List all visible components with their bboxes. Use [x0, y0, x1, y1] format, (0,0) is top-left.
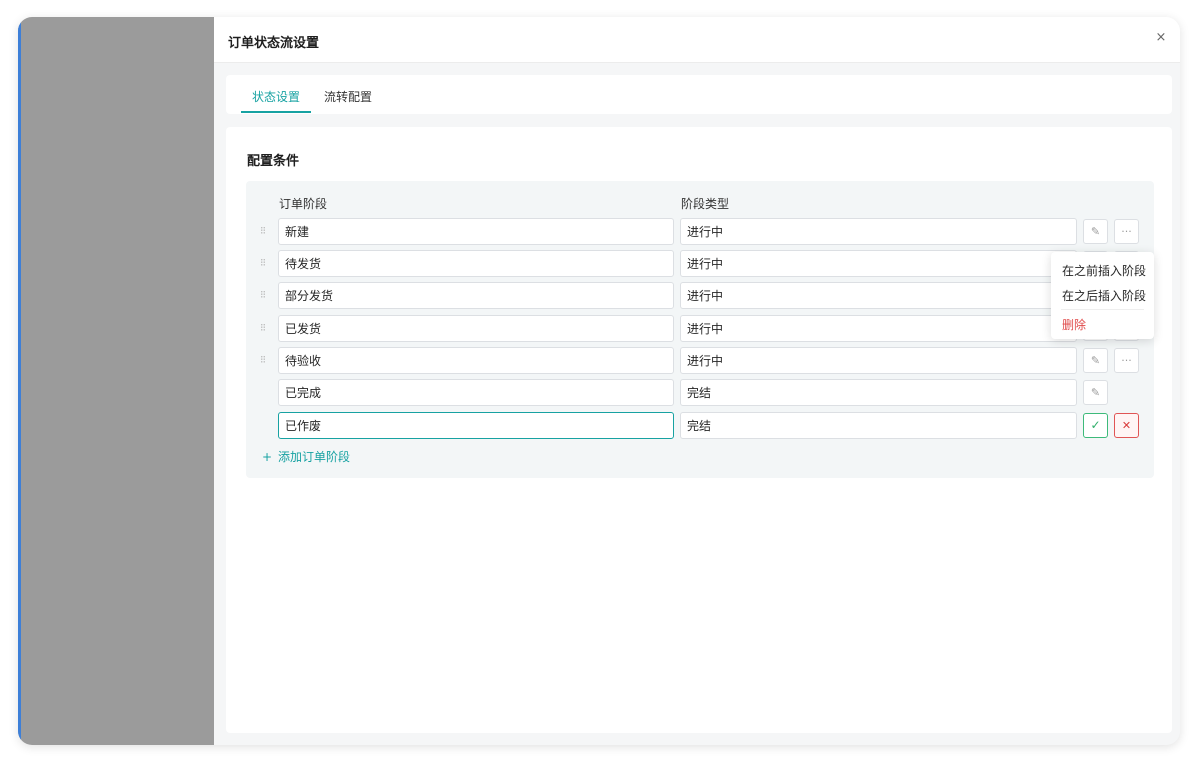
stage-type-select[interactable]	[680, 315, 1077, 342]
stage-type-select[interactable]	[680, 347, 1077, 374]
tab-flow-config[interactable]: 流转配置	[324, 88, 372, 105]
stage-row: ⁝⁝ ✎ ···	[246, 218, 1154, 245]
drawer-header: 订单状态流设置 ×	[214, 17, 1180, 63]
section-title: 配置条件	[247, 154, 300, 169]
stage-type-select[interactable]	[680, 379, 1077, 406]
row-context-menu: 在之前插入阶段 在之后插入阶段 删除	[1051, 252, 1154, 339]
menu-item-insert-after[interactable]: 在之后插入阶段	[1062, 287, 1146, 304]
tabs-bar: 状态设置 流转配置	[226, 75, 1172, 114]
menu-item-insert-before[interactable]: 在之前插入阶段	[1062, 262, 1146, 279]
stage-name-input[interactable]	[278, 282, 674, 309]
close-icon[interactable]: ×	[1154, 31, 1168, 45]
menu-item-delete[interactable]: 删除	[1062, 316, 1086, 333]
background-panel	[18, 17, 214, 745]
drag-handle-icon[interactable]: ⁝⁝	[260, 224, 268, 238]
app-window: 订单状态流设置 × 状态设置 流转配置 配置条件 订单阶段 阶段类型 ⁝⁝ ✎ …	[18, 17, 1180, 745]
stage-row: ⁝⁝ ✎ ···	[246, 315, 1154, 342]
stage-type-select[interactable]	[680, 218, 1077, 245]
stage-name-input[interactable]	[278, 412, 674, 439]
stage-name-input[interactable]	[278, 347, 674, 374]
menu-divider	[1061, 309, 1144, 310]
cancel-icon[interactable]: ✕	[1114, 413, 1139, 438]
stage-row: ⁝⁝ ✎ ···	[246, 250, 1154, 277]
active-tab-indicator	[241, 111, 311, 113]
stage-row: ⁝⁝ ✎ ···	[246, 282, 1154, 309]
column-header-type: 阶段类型	[681, 197, 730, 211]
stage-name-input[interactable]	[278, 218, 674, 245]
more-icon[interactable]: ···	[1114, 348, 1139, 373]
stage-type-select[interactable]	[680, 250, 1077, 277]
stage-name-input[interactable]	[278, 315, 674, 342]
edit-icon[interactable]: ✎	[1083, 380, 1108, 405]
drag-handle-icon[interactable]: ⁝⁝	[260, 288, 268, 302]
edit-icon[interactable]: ✎	[1083, 348, 1108, 373]
stage-name-input[interactable]	[278, 379, 674, 406]
plus-icon: +	[262, 450, 273, 464]
add-stage-label: 添加订单阶段	[278, 450, 351, 464]
column-header-stage: 订单阶段	[279, 197, 328, 211]
tab-status-settings[interactable]: 状态设置	[252, 88, 300, 105]
stage-config-box: 订单阶段 阶段类型 ⁝⁝ ✎ ··· ⁝⁝ ✎ ···	[246, 181, 1154, 478]
stage-row: ⁝⁝ ✎ ···	[246, 347, 1154, 374]
drag-handle-icon[interactable]: ⁝⁝	[260, 256, 268, 270]
confirm-icon[interactable]: ✓	[1083, 413, 1108, 438]
stage-row: ✎	[246, 379, 1154, 406]
more-icon[interactable]: ···	[1114, 219, 1139, 244]
add-stage-button[interactable]: + 添加订单阶段	[262, 448, 350, 465]
edit-icon[interactable]: ✎	[1083, 219, 1108, 244]
drag-handle-icon[interactable]: ⁝⁝	[260, 353, 268, 367]
drag-handle-icon[interactable]: ⁝⁝	[260, 321, 268, 335]
drawer-title: 订单状态流设置	[228, 36, 320, 51]
stage-type-select[interactable]	[680, 282, 1077, 309]
stage-name-input[interactable]	[278, 250, 674, 277]
settings-drawer: 订单状态流设置 × 状态设置 流转配置 配置条件 订单阶段 阶段类型 ⁝⁝ ✎ …	[214, 17, 1180, 745]
stage-row-editing: ✓ ✕	[246, 412, 1154, 439]
stage-type-select[interactable]	[680, 412, 1077, 439]
content-card: 配置条件 订单阶段 阶段类型 ⁝⁝ ✎ ··· ⁝⁝ ✎	[226, 127, 1172, 733]
